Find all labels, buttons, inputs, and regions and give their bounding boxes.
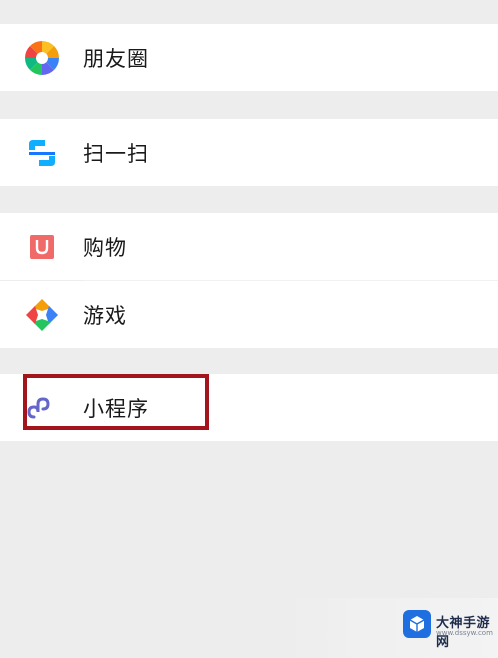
scan-icon bbox=[23, 134, 61, 172]
menu-item-moments[interactable]: 朋友圈 bbox=[0, 24, 498, 91]
menu-item-moments-label: 朋友圈 bbox=[83, 46, 149, 71]
menu-item-shopping-label: 购物 bbox=[83, 235, 127, 260]
menu-item-scan[interactable]: 扫一扫 bbox=[0, 119, 498, 186]
moments-aperture-icon bbox=[23, 39, 61, 77]
games-diamond-icon bbox=[23, 296, 61, 334]
menu-item-scan-label: 扫一扫 bbox=[83, 141, 149, 166]
watermark-url: www.dssyw.com bbox=[436, 629, 493, 637]
menu-item-games[interactable]: 游戏 bbox=[0, 281, 498, 348]
highlight-box bbox=[23, 374, 209, 430]
shopping-bag-icon bbox=[23, 228, 61, 266]
menu-item-shopping[interactable]: 购物 bbox=[0, 213, 498, 280]
cube-logo-icon bbox=[402, 609, 432, 639]
menu-item-games-label: 游戏 bbox=[83, 303, 127, 328]
